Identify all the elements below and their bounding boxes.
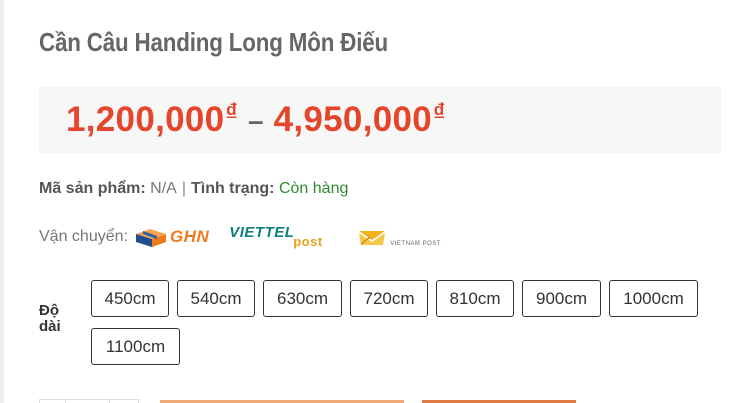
length-option-1000cm[interactable]: 1000cm (609, 280, 698, 317)
length-attribute-label: Độ dài (39, 302, 61, 335)
price-min-amount: 1,200,000 (66, 100, 225, 139)
price-range: 1,200,000₫ – 4,950,000₫ (66, 99, 446, 140)
stock-status: Còn hàng (278, 180, 349, 197)
length-option-720cm[interactable]: 720cm (350, 280, 428, 317)
meta-divider: | (181, 180, 186, 197)
length-option-810cm[interactable]: 810cm (436, 280, 514, 317)
viettel-logo-text: VIETTEL (229, 224, 295, 241)
length-option-630cm[interactable]: 630cm (263, 280, 342, 317)
ghn-logo: GHN (134, 226, 209, 248)
price-max-amount: 4,950,000 (273, 100, 433, 139)
post-logo-text: post (293, 234, 323, 249)
price-box: 1,200,000₫ – 4,950,000₫ (39, 87, 721, 153)
length-option-450cm[interactable]: 450cm (91, 280, 169, 317)
quantity-stepper[interactable] (39, 399, 139, 403)
envelope-icon (359, 231, 386, 245)
status-label: Tình trạng: (190, 180, 275, 197)
shipping-carriers: Vận chuyển: GHN VIETTEL post VIETNAM POS… (39, 223, 459, 251)
ghn-logo-text: GHN (169, 227, 210, 246)
price-min: 1,200,000₫ (66, 99, 238, 140)
length-option-900cm[interactable]: 900cm (522, 280, 601, 317)
sku-value: N/A (150, 180, 177, 197)
currency-symbol: ₫ (225, 99, 239, 126)
sku-label: Mã sản phẩm: (39, 180, 146, 197)
price-max: 4,950,000₫ (274, 99, 446, 140)
product-title: Cần Câu Handing Long Môn Điếu (39, 27, 389, 57)
ghn-box-icon (135, 229, 166, 247)
product-meta: Mã sản phẩm: N/A | Tình trạng: Còn hàng (39, 180, 348, 198)
price-separator: – (248, 105, 264, 136)
page-left-border (0, 0, 4, 403)
length-option-540cm[interactable]: 540cm (177, 280, 255, 317)
vietnam-post-logo-text: VIETNAM POST (390, 241, 441, 247)
length-option-1100cm[interactable]: 1100cm (91, 328, 180, 365)
vietnam-post-logo: VIETNAM POST (357, 227, 441, 247)
shipping-label: Vận chuyển: (39, 228, 128, 245)
currency-symbol: ₫ (433, 99, 446, 126)
viettel-post-logo: VIETTEL post (227, 224, 339, 250)
